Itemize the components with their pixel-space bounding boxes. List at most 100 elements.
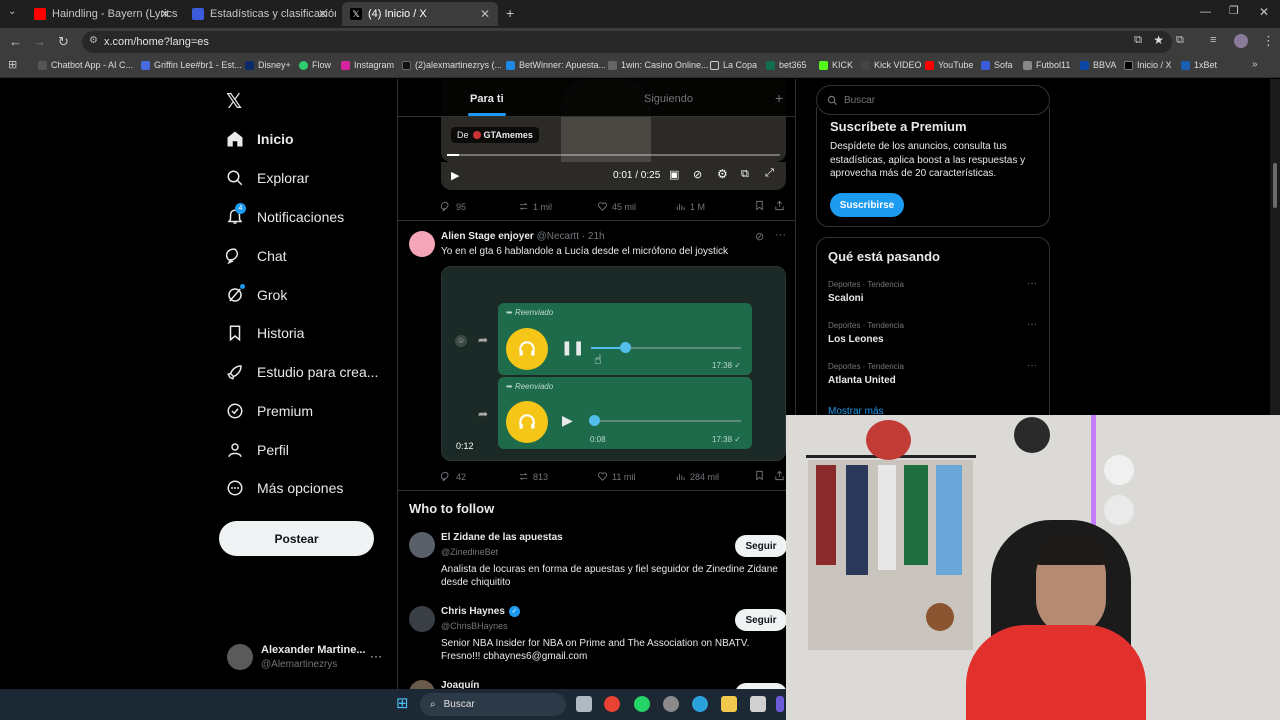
menu-kebab-icon[interactable]: ⋮ <box>1262 34 1275 47</box>
address-bar[interactable]: ⚙ x.com/home?lang=es ⧉ ★ <box>82 31 1172 53</box>
reply-action[interactable]: 42 <box>441 471 466 482</box>
more-icon[interactable]: ··· <box>1027 278 1037 289</box>
windows-start-icon[interactable]: ⊞ <box>396 696 412 712</box>
bookmark-item[interactable]: (2)alexmartinezrys (... <box>402 60 502 70</box>
avatar[interactable] <box>409 231 435 257</box>
profile-avatar[interactable] <box>1234 34 1248 48</box>
sidebar-item-bookmarks[interactable]: Historia <box>226 318 304 348</box>
bookmark-item[interactable]: KICK <box>819 60 853 70</box>
tab-following[interactable]: Siguiendo <box>644 93 693 105</box>
repost-action[interactable]: 1 mil <box>518 201 552 212</box>
mute-icon[interactable]: ⊘ <box>693 168 702 181</box>
new-tab-icon[interactable]: + <box>506 6 514 20</box>
bookmark-item[interactable]: Disney+ <box>245 60 291 70</box>
forward-icon[interactable]: → <box>33 35 46 48</box>
video-progress-track[interactable] <box>447 154 780 156</box>
avatar[interactable] <box>409 680 435 689</box>
views-action[interactable]: 284 mil <box>675 471 719 482</box>
extensions-icon[interactable]: ⧉ <box>1176 35 1184 46</box>
task-view-icon[interactable] <box>576 696 592 712</box>
follow-suggestion-name[interactable]: Joaquín <box>441 680 479 689</box>
sidebar-item-more[interactable]: Más opciones <box>226 473 343 503</box>
bookmark-item[interactable]: bet365 <box>766 60 807 70</box>
captions-icon[interactable]: ▣ <box>669 168 679 181</box>
post-handle[interactable]: @Necartt <box>537 231 579 242</box>
follow-button[interactable]: Seguir <box>735 609 787 631</box>
fullscreen-icon[interactable]: ⤢ <box>765 167 774 180</box>
tab-for-you[interactable]: Para ti <box>470 93 504 105</box>
follow-suggestion-name[interactable]: El Zidane de las apuestas <box>441 532 563 543</box>
browser-tab-youtube[interactable]: Haindling - Bayern (Lyrics) - Yo ✕ <box>26 2 178 26</box>
browser-tab-stats[interactable]: Estadísticas y clasificación de C ✕ <box>184 2 336 26</box>
follow-button[interactable]: Seguir <box>735 535 787 557</box>
window-close-icon[interactable]: ✕ <box>1259 6 1269 18</box>
trend-item[interactable]: Deportes · Tendencia Atlanta United ··· <box>817 358 1049 398</box>
browser-tab-x[interactable]: 𝕏 (4) Inicio / X ✕ <box>342 2 498 26</box>
scrollbar-thumb[interactable] <box>1273 163 1277 208</box>
trend-item[interactable]: Deportes · Tendencia Los Leones ··· <box>817 317 1049 357</box>
post-author[interactable]: Alien Stage enjoyer <box>441 231 534 242</box>
post-button[interactable]: Postear <box>219 521 374 556</box>
more-icon[interactable]: ··· <box>1027 319 1037 330</box>
close-icon[interactable]: ✕ <box>318 7 328 21</box>
minimize-icon[interactable]: — <box>1200 7 1211 18</box>
chrome-icon[interactable] <box>604 696 620 712</box>
more-bookmarks-icon[interactable]: » <box>1252 60 1258 70</box>
bookmark-item[interactable]: 1win: Casino Online... <box>608 60 709 70</box>
like-action[interactable]: 45 mil <box>597 201 636 212</box>
apps-grid-icon[interactable]: ⊞ <box>8 60 17 71</box>
bookmark-item[interactable]: BetWinner: Apuesta... <box>506 60 606 70</box>
maximize-icon[interactable]: ❐ <box>1229 6 1239 17</box>
reload-icon[interactable]: ↻ <box>58 35 69 48</box>
site-info-icon[interactable]: ⚙ <box>89 35 98 46</box>
source-attribution[interactable]: De GTAmemes <box>451 127 539 143</box>
app-icon[interactable] <box>776 696 784 712</box>
sidebar-item-premium[interactable]: Premium <box>226 396 313 426</box>
subscribe-button[interactable]: Suscribirse <box>830 193 904 217</box>
close-icon[interactable]: ✕ <box>160 7 170 21</box>
views-action[interactable]: 1 M <box>675 201 705 212</box>
sidebar-item-chat[interactable]: Chat <box>226 241 287 271</box>
bookmark-item[interactable]: Griffin Lee#br1 - Est... <box>141 60 242 70</box>
bookmark-item[interactable]: Futbol11 <box>1023 60 1070 70</box>
play-icon[interactable]: ▶ <box>451 169 459 182</box>
post-video[interactable]: ☺ ➦ ➦ ➥ Reenviado ❚❚ 17:38 ✓ ➥ Reenviado… <box>441 266 786 461</box>
sidebar-item-profile[interactable]: Perfil <box>226 435 289 465</box>
follow-suggestion-handle[interactable]: @ZinedineBet <box>441 547 498 557</box>
avatar[interactable] <box>227 644 253 670</box>
pip-icon[interactable]: ⧉ <box>741 168 749 181</box>
sidebar-item-home[interactable]: Inicio <box>226 124 294 154</box>
avatar[interactable] <box>409 606 435 632</box>
bookmark-item[interactable]: Inicio / X <box>1124 60 1172 70</box>
follow-suggestion-handle[interactable]: @ChrisBHaynes <box>441 621 508 631</box>
bookmark-item[interactable]: BBVA <box>1080 60 1116 70</box>
account-menu-icon[interactable]: ··· <box>370 649 382 663</box>
install-icon[interactable]: ⧉ <box>1134 34 1142 47</box>
sidebar-item-notifications[interactable]: 4 Notificaciones <box>226 202 344 232</box>
bookmark-item[interactable]: YouTube <box>925 60 973 70</box>
share-action[interactable] <box>774 200 789 211</box>
grok-icon[interactable]: ⊘ <box>755 230 764 243</box>
repost-action[interactable]: 813 <box>518 471 548 482</box>
post-age[interactable]: 21h <box>588 231 605 242</box>
close-icon[interactable]: ✕ <box>480 7 490 21</box>
more-icon[interactable]: ··· <box>1027 360 1037 371</box>
add-tab-icon[interactable]: + <box>775 90 783 106</box>
file-explorer-icon[interactable] <box>721 696 737 712</box>
reply-action[interactable]: 95 <box>441 201 466 212</box>
obs-icon[interactable] <box>663 696 679 712</box>
reading-list-icon[interactable]: ≡ <box>1210 35 1216 46</box>
sidebar-item-grok[interactable]: Grok <box>226 280 287 310</box>
taskbar-search[interactable]: ⌕ Buscar <box>420 693 566 716</box>
bookmark-item[interactable]: Flow <box>299 60 331 70</box>
settings-icon[interactable]: ⚙ <box>717 167 728 181</box>
x-logo-icon[interactable]: 𝕏 <box>226 89 242 114</box>
bookmark-item[interactable]: Instagram <box>341 60 394 70</box>
bookmark-item[interactable]: La Copa <box>710 60 757 70</box>
like-action[interactable]: 11 mil <box>597 471 635 482</box>
app-icon[interactable] <box>750 696 766 712</box>
telegram-icon[interactable] <box>692 696 708 712</box>
star-icon[interactable]: ★ <box>1153 33 1164 47</box>
back-icon[interactable]: ← <box>9 35 22 48</box>
avatar[interactable] <box>409 532 435 558</box>
